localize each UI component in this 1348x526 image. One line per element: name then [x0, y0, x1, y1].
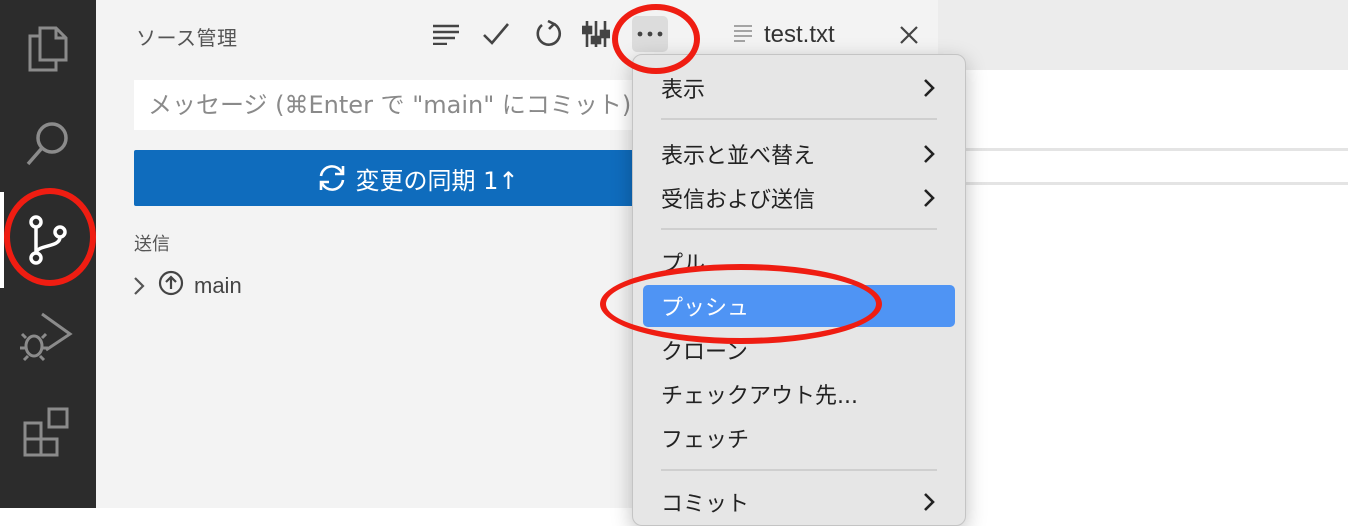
panel-title: ソース管理: [136, 26, 238, 50]
menu-separator: [661, 228, 937, 230]
menu-item-label: 表示と並べ替え: [661, 144, 816, 169]
source-control-panel: ソース管理 メッセージ (⌘Enter で "main" にコミット) 変更の同…: [96, 0, 702, 508]
menu-item-commit[interactable]: コミット: [643, 481, 955, 523]
menu-item-label: 表示: [661, 78, 706, 103]
run-debug-button[interactable]: [0, 288, 96, 384]
text-file-icon: [734, 24, 752, 47]
source-control-icon: [29, 215, 67, 265]
menu-item-pull[interactable]: プル: [643, 241, 955, 283]
menu-item-label: チェックアウト先...: [661, 384, 858, 409]
commit-check-icon: [483, 23, 509, 45]
search-button[interactable]: [0, 96, 96, 192]
menu-item-view-and-sort[interactable]: 表示と並べ替え: [643, 133, 955, 175]
graph-button[interactable]: [578, 16, 614, 52]
commit-button[interactable]: [478, 16, 514, 52]
menu-item-label: クローン: [661, 340, 748, 365]
source-control-button[interactable]: [0, 192, 96, 288]
arrow-up-circle-icon: [158, 270, 184, 302]
menu-item-label: コミット: [661, 492, 750, 517]
sync-changes-button[interactable]: 変更の同期 1↑: [134, 150, 702, 206]
menu-item-checkout[interactable]: チェックアウト先...: [643, 373, 955, 415]
files-icon: [28, 26, 68, 72]
refresh-button[interactable]: [530, 16, 566, 52]
menu-item-view[interactable]: 表示: [643, 67, 955, 109]
extensions-button[interactable]: [0, 384, 96, 480]
menu-item-label: フェッチ: [661, 428, 750, 453]
more-actions-icon: [637, 31, 663, 37]
outgoing-branch-row[interactable]: main: [126, 268, 242, 304]
search-icon: [26, 122, 68, 166]
tab-label: test.txt: [764, 21, 835, 48]
chevron-right-icon: [924, 189, 935, 207]
menu-separator: [661, 469, 937, 471]
graph-icon: [582, 21, 610, 47]
run-debug-icon: [20, 312, 73, 362]
refresh-icon: [536, 20, 562, 46]
explorer-button[interactable]: [0, 0, 96, 96]
menu-item-label: プッシュ: [661, 296, 750, 321]
view-as-list-icon: [433, 24, 459, 45]
chevron-right-icon: [924, 493, 935, 511]
chevron-right-icon: [924, 145, 935, 163]
branch-name: main: [194, 273, 242, 298]
more-actions-button[interactable]: [632, 16, 668, 52]
sync-icon: [320, 165, 345, 191]
chevron-right-icon: [924, 79, 935, 97]
menu-item-label: 受信および送信: [661, 188, 816, 213]
menu-item-label: プル: [661, 252, 706, 277]
commit-message-input[interactable]: メッセージ (⌘Enter で "main" にコミット): [134, 80, 702, 130]
menu-separator: [661, 118, 937, 120]
outgoing-section-label: 送信: [134, 234, 170, 255]
extensions-icon: [23, 407, 69, 457]
menu-item-fetch[interactable]: フェッチ: [643, 417, 955, 459]
activity-bar: [0, 0, 96, 508]
chevron-right-icon[interactable]: [126, 276, 152, 296]
sync-button-label: 変更の同期 1↑: [355, 166, 519, 195]
menu-item-clone[interactable]: クローン: [643, 329, 955, 371]
view-as-list-button[interactable]: [428, 16, 464, 52]
more-actions-menu: 表示 表示と並べ替え 受信および送信 プル プッシュ クローン チェックアウト先…: [632, 54, 966, 526]
menu-item-push[interactable]: プッシュ: [643, 285, 955, 327]
close-icon[interactable]: [894, 20, 924, 50]
menu-item-incoming-outgoing[interactable]: 受信および送信: [643, 177, 955, 219]
